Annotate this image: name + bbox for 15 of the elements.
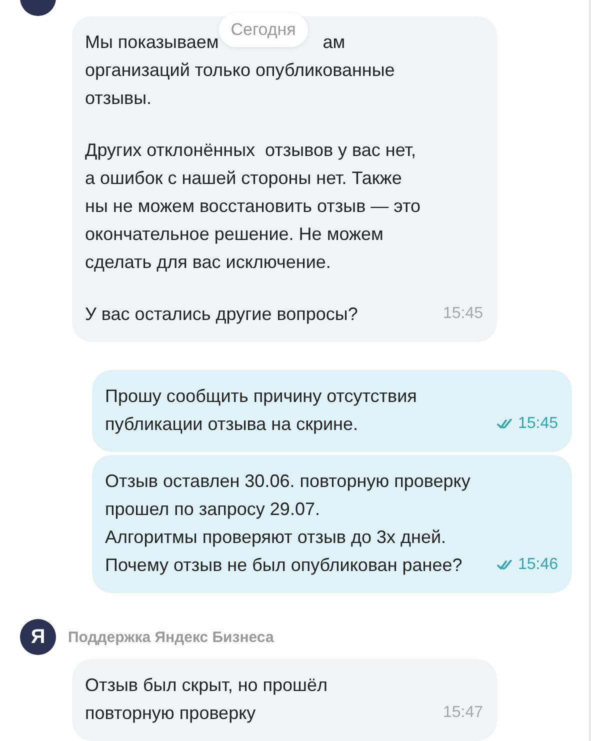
message-time: 15:46 (518, 555, 558, 575)
message-text: Мы показываем (85, 31, 219, 54)
message-text: организаций только опубликованные отзывы. (85, 59, 396, 110)
message-text: Отзыв оставлен 30.06. повторную проверку прошел по запросу 29.07. Алгоритмы проверяют отзыв до 3х дней. Почему отзыв не был опубликован ранее? (105, 470, 470, 577)
message-time: 15:45 (518, 414, 558, 434)
avatar-icon: Я (20, 619, 56, 655)
message-time: 15:45 (442, 304, 483, 324)
message-text: Прошу сообщить причину отсутствия публикации отзыва на скрине. (105, 385, 417, 436)
message-text: Других отклонённых отзывов у вас нет, а ошибок с нашей стороны нет. Также ны не можем восстановить отзыв — это окончательное решение. Не можем сделать для вас исключение. (85, 139, 422, 274)
date-label: Сегодня (218, 13, 308, 47)
message-text: У вас остались другие вопросы? (85, 303, 358, 326)
message-time: 15:47 (442, 703, 483, 723)
sender-name: Поддержка Яндекс Бизнеса (68, 628, 274, 646)
message-text: Отзыв был скрыт, но прошёл повторную проверку (85, 674, 328, 725)
message-text: ам (322, 31, 346, 54)
